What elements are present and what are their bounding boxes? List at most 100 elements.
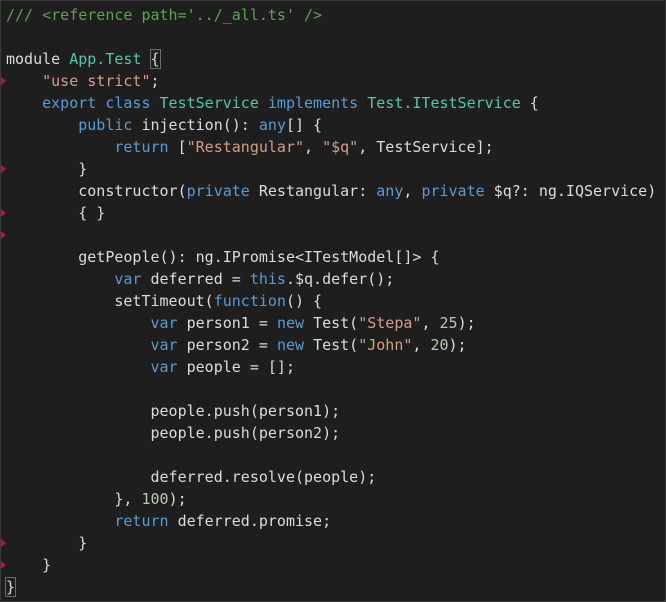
code-token-string: "$q" [322, 138, 359, 156]
code-token-string: "use strict" [42, 72, 151, 90]
code-token-keyword: implements [258, 94, 368, 112]
code-token-keyword: return [114, 512, 178, 530]
code-token-number: 20 [430, 336, 449, 354]
code-token-plain: } [6, 556, 52, 574]
code-editor[interactable]: /// <reference path='../_all.ts' /> modu… [0, 0, 666, 602]
code-token-keyword: export class [42, 94, 160, 112]
code-token-plain: people = []; [186, 358, 295, 376]
code-token-plain: { } [6, 204, 106, 222]
error-marker-icon [1, 539, 6, 547]
code-line: return ["Restangular", "$q", TestService… [6, 136, 656, 158]
code-text-area[interactable]: /// <reference path='../_all.ts' /> modu… [6, 4, 656, 598]
code-token-keyword: new [276, 314, 314, 332]
code-token-plain: setTimeout( [6, 292, 214, 310]
code-line: } [6, 532, 656, 554]
code-line: "use strict"; [6, 70, 656, 92]
code-token-plain: } [6, 534, 88, 552]
code-line: setTimeout(function() { [6, 290, 656, 312]
code-token-plain: deferred.promise; [177, 512, 332, 530]
code-token-comment: /// <reference path='../_all.ts' /> [6, 6, 323, 24]
code-line: var people = []; [6, 356, 656, 378]
code-token-keyword: public [78, 116, 142, 134]
code-token-keyword: var [150, 336, 187, 354]
code-token-keyword: var [150, 358, 187, 376]
error-marker-icon [1, 561, 6, 569]
code-line: { } [6, 202, 656, 224]
code-token-plain: Test( [313, 336, 359, 354]
code-token-plain: module [6, 50, 70, 68]
code-token-plain: deferred = [150, 270, 250, 288]
code-token-keyword: function [213, 292, 286, 310]
code-token-plain: people.push(person2); [6, 424, 341, 442]
code-token-plain: person1 = [186, 314, 277, 332]
error-marker-icon [1, 231, 6, 239]
code-line: var deferred = this.$q.defer(); [6, 268, 656, 290]
code-token-plain: Restangular: [258, 182, 377, 200]
code-line: var person2 = new Test("John", 20); [6, 334, 656, 356]
code-token-plain: person2 = [186, 336, 277, 354]
code-line: people.push(person1); [6, 400, 656, 422]
code-token-plain: }, [6, 490, 142, 508]
code-token-plain: { [520, 94, 539, 112]
code-token-plain: people.push(person1); [6, 402, 341, 420]
code-token-plain: { [141, 50, 160, 68]
code-token-keyword: any [376, 182, 404, 200]
code-token-type: Test.ITestService [367, 94, 521, 112]
code-token-keyword: return [114, 138, 178, 156]
code-line: var person1 = new Test("Stepa", 25); [6, 312, 656, 334]
code-token-string: "John" [358, 336, 413, 354]
code-line: people.push(person2); [6, 422, 656, 444]
code-token-plain: constructor( [78, 182, 187, 200]
code-token-plain: [ [177, 138, 187, 156]
code-token-keyword: this [249, 270, 286, 288]
code-line: return deferred.promise; [6, 510, 656, 532]
code-line: } [6, 554, 656, 576]
code-token-plain: getPeople(): ng.IPromise<ITestModel[]> { [6, 248, 440, 266]
code-token-plain: , TestService]; [358, 138, 494, 156]
code-token-keyword: var [150, 314, 187, 332]
code-line: /// <reference path='../_all.ts' /> [6, 4, 656, 26]
code-token-plain: ; [150, 72, 160, 90]
code-line: export class TestService implements Test… [6, 92, 656, 114]
code-line: public injection(): any[] { [6, 114, 656, 136]
code-line: }, 100); [6, 488, 656, 510]
code-token-plain: [] { [285, 116, 323, 134]
code-token-plain: ); [168, 490, 187, 508]
code-token-plain: .$q.defer(); [285, 270, 395, 288]
code-token-type: App.Test [69, 50, 142, 68]
code-token-keyword: any [258, 116, 286, 134]
code-line: constructor(private Restangular: any, pr… [6, 180, 656, 202]
code-line: getPeople(): ng.IPromise<ITestModel[]> { [6, 246, 656, 268]
code-line: deferred.resolve(people); [6, 466, 656, 488]
code-token-plain: , [403, 182, 422, 200]
code-token-plain: deferred.resolve(people); [6, 468, 377, 486]
code-token-plain: () { [285, 292, 323, 310]
error-marker-icon [1, 77, 6, 85]
code-token-keyword: var [114, 270, 151, 288]
code-token-plain: } [6, 160, 88, 178]
code-token-keyword: new [276, 336, 314, 354]
code-token-type: TestService [159, 94, 259, 112]
code-line: } [6, 158, 656, 180]
code-line: module App.Test { [6, 48, 656, 70]
code-token-plain: , [421, 314, 440, 332]
error-marker-icon [1, 165, 6, 173]
code-token-plain: ); [457, 314, 476, 332]
code-token-keyword: private [421, 182, 494, 200]
code-token-number: 100 [141, 490, 169, 508]
code-token-plain: ); [448, 336, 467, 354]
